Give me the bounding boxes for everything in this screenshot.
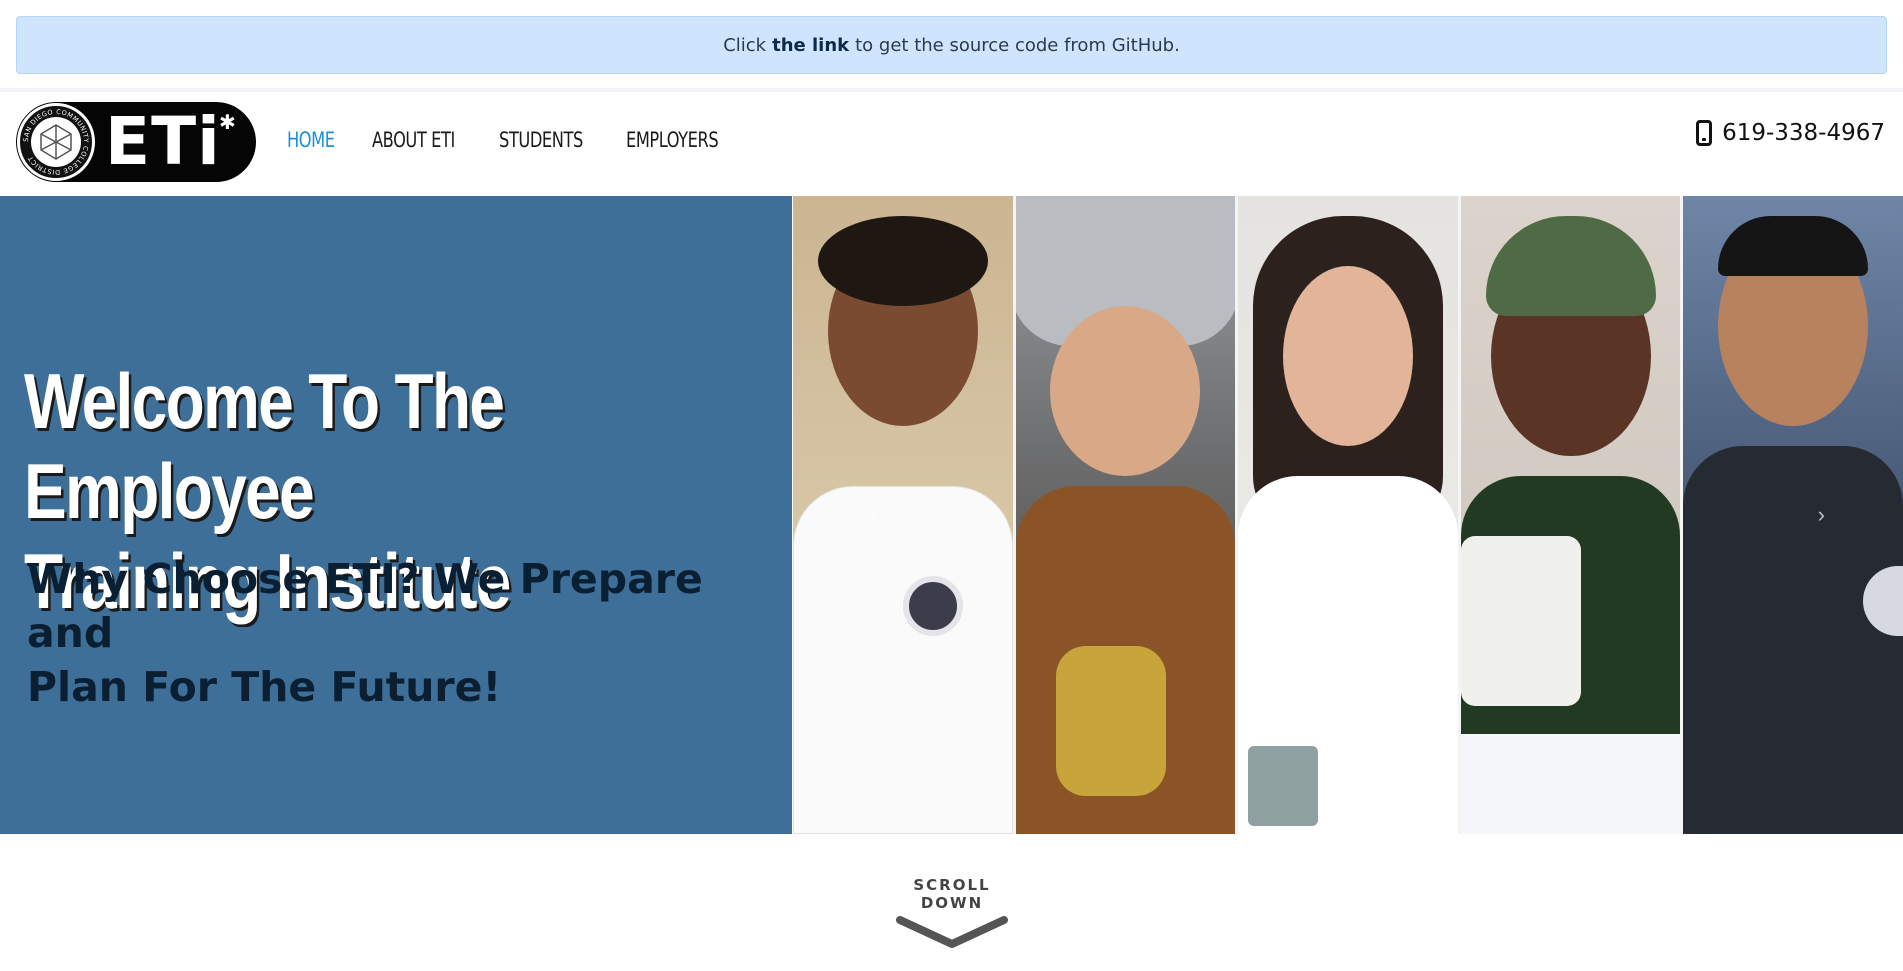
hero-title-line-1: Welcome To The Employee (24, 357, 505, 535)
scroll-down-button[interactable]: SCROLL DOWN (886, 876, 1018, 950)
student-photo (1683, 196, 1903, 834)
star-icon: ✱ (219, 112, 236, 134)
scroll-down-label: SCROLL DOWN (913, 876, 991, 912)
seal-text: SAN DIEGO COMMUNITY COLLEGE DISTRICT (22, 108, 90, 176)
chevron-down-icon (896, 916, 1008, 948)
site-header: SAN DIEGO COMMUNITY COLLEGE DISTRICT ETi… (0, 92, 1903, 196)
hero-text-panel: Welcome To The Employee Training Institu… (0, 196, 792, 834)
welding-glove (1055, 646, 1166, 796)
hero-subtitle: Why Choose ETI? We Prepare and Plan For … (27, 552, 787, 714)
continuing-education-seal-icon (903, 576, 963, 636)
hero-subtitle-line-2: Plan For The Future! (27, 663, 502, 711)
eti-logo[interactable]: SAN DIEGO COMMUNITY COLLEGE DISTRICT ETi… (16, 102, 256, 182)
svg-text:SAN DIEGO COMMUNITY COLLEGE DI: SAN DIEGO COMMUNITY COLLEGE DISTRICT (22, 108, 90, 176)
phone-contact[interactable]: 619-338-4967 (1696, 120, 1885, 146)
github-link[interactable]: the link (772, 35, 849, 56)
chef-student-photo (793, 196, 1013, 834)
main-nav: HOME ABOUT ETI STUDENTS EMPLOYERS (287, 128, 733, 152)
phone-number: 619-338-4967 (1722, 120, 1885, 146)
hero-section: Welcome To The Employee Training Institu… (0, 196, 1903, 834)
welder-student-photo (1015, 196, 1236, 834)
sewing-machine (1460, 536, 1581, 706)
hero-subtitle-line-1: Why Choose ETI? We Prepare and (27, 555, 703, 657)
nav-home[interactable]: HOME (287, 128, 335, 152)
logo-text: ETi (105, 103, 221, 180)
hero-photo-carousel[interactable]: ‹ › (793, 196, 1903, 834)
fabric (1460, 734, 1681, 834)
sewing-student-photo (1460, 196, 1681, 834)
nav-students[interactable]: STUDENTS (499, 128, 583, 152)
mobile-phone-icon (1696, 120, 1713, 146)
github-banner: Click the link to get the source code fr… (16, 16, 1887, 74)
carousel-next-icon[interactable]: › (1818, 502, 1825, 528)
student-photo (1238, 196, 1458, 834)
nav-employers[interactable]: EMPLOYERS (626, 128, 719, 152)
banner-suffix: to get the source code from GitHub. (855, 34, 1180, 56)
district-seal-icon: SAN DIEGO COMMUNITY COLLEGE DISTRICT (17, 103, 95, 181)
carousel-prev-icon[interactable]: ‹ (870, 502, 877, 528)
nav-about-eti[interactable]: ABOUT ETI (372, 128, 455, 152)
mug (1248, 746, 1319, 826)
banner-prefix: Click (723, 34, 767, 56)
